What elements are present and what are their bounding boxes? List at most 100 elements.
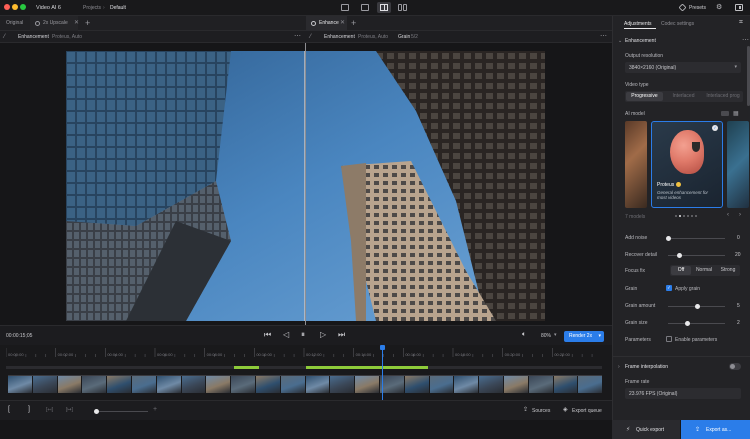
video-type-interlaced[interactable]: Interlaced <box>665 92 702 101</box>
grain-size-value[interactable]: 2 <box>737 320 740 326</box>
export-queue-button[interactable]: Export queue <box>572 408 602 414</box>
carousel-dots[interactable] <box>675 215 697 218</box>
add-tab-icon[interactable]: + <box>85 16 90 31</box>
output-resolution-label: Output resolution <box>625 53 664 59</box>
model-badge <box>721 111 729 116</box>
flamingo-image <box>670 130 704 174</box>
preview-range-2[interactable] <box>306 366 428 369</box>
tab-adjustments[interactable]: Adjustments <box>624 21 652 27</box>
crop-icon[interactable]: ⌗ <box>739 19 743 27</box>
playhead-handle[interactable] <box>380 345 385 350</box>
play-pause-icon[interactable]: ⏸ <box>301 330 305 340</box>
tab-original[interactable]: Original <box>0 16 30 31</box>
close-tab-icon[interactable]: ✕ <box>74 16 79 31</box>
render-button[interactable]: Render 2x ▾ <box>564 331 604 342</box>
presets-button[interactable]: Presets <box>689 5 706 11</box>
enhancement-more-icon[interactable]: ⋯ <box>742 36 749 44</box>
focus-fix-off[interactable]: Off <box>671 266 691 275</box>
grain-amount-slider[interactable] <box>668 304 725 309</box>
add-noise-slider[interactable] <box>666 236 725 241</box>
go-to-in-icon[interactable]: [↤] <box>46 407 53 413</box>
preview-range-1[interactable] <box>234 366 259 369</box>
focus-fix-normal[interactable]: Normal <box>693 266 715 275</box>
thumbnail-strip[interactable] <box>8 375 603 394</box>
grain-amount-value[interactable]: 5 <box>737 303 740 309</box>
section-enhancement[interactable]: Enhancement <box>625 38 656 44</box>
quick-export-button[interactable]: ⚡︎ Quick export <box>612 420 680 439</box>
volume-icon[interactable]: 🔈︎ <box>522 331 526 339</box>
model-card-next[interactable] <box>727 121 749 208</box>
step-forward-icon[interactable]: ▷ <box>320 330 326 340</box>
recover-detail-label: Recover detail <box>625 252 657 258</box>
enhancement-collapse-icon[interactable]: ⌄ <box>618 38 622 44</box>
fullscreen-view-icon[interactable] <box>361 4 369 11</box>
tab-codec-settings[interactable]: Codec settings <box>661 21 694 27</box>
frame-rate-select[interactable]: 23.976 FPS (Original) <box>625 388 741 399</box>
carousel-next-icon[interactable]: › <box>739 212 741 218</box>
timeline-zoom-slider[interactable] <box>94 409 148 414</box>
tab-2x-upscale[interactable]: 2x Upscale <box>30 16 78 31</box>
recover-detail-value[interactable]: 20 <box>735 252 741 258</box>
frame-interp-expand-icon[interactable]: › <box>618 364 620 370</box>
side-by-side-view-icon[interactable] <box>398 4 407 11</box>
frame-interpolation-section[interactable]: Frame interpolation <box>625 364 668 370</box>
model-grid-icon[interactable]: ▦ <box>733 110 739 117</box>
sources-button[interactable]: Sources <box>532 408 550 414</box>
carousel-prev-icon[interactable]: ‹ <box>727 212 729 218</box>
recover-detail-slider[interactable] <box>668 253 725 258</box>
model-card-proteus[interactable]: ✓ Proteus General enhancement for most v… <box>651 121 723 208</box>
apply-grain-checkbox[interactable]: ✓ <box>666 285 672 291</box>
export-as-button[interactable]: ⇪ Export as... <box>681 420 750 439</box>
settings-gear-icon[interactable]: ⚙ <box>716 4 722 11</box>
grain-size-slider[interactable] <box>668 321 725 326</box>
sidebar-toggle-icon[interactable] <box>735 4 743 11</box>
model-carousel[interactable]: ✓ Proteus General enhancement for most v… <box>625 121 749 208</box>
render-dropdown-icon[interactable]: ▾ <box>598 331 601 342</box>
maximize-window-button[interactable] <box>20 4 26 10</box>
step-back-icon[interactable]: ◁ <box>283 330 289 340</box>
set-in-point-icon[interactable]: [ <box>8 406 10 413</box>
timeline-thumbnail <box>57 376 82 393</box>
output-resolution-select[interactable]: 3840×2160 (Original) ▾ <box>625 62 741 73</box>
zoom-dropdown-icon[interactable]: ▾ <box>554 332 557 338</box>
breadcrumb-current[interactable]: Default <box>110 5 126 11</box>
right-enhancement-title: Enhancement <box>324 34 355 40</box>
playhead[interactable] <box>382 345 383 400</box>
frame-interpolation-toggle[interactable] <box>729 363 741 370</box>
grain-size-knob[interactable] <box>684 321 690 326</box>
add-tab-right-icon[interactable]: + <box>351 16 356 31</box>
right-more-options-icon[interactable]: ⋯ <box>600 32 607 40</box>
video-type-interlaced-prog[interactable]: Interlaced prog <box>704 92 742 101</box>
timeline-zoom-knob[interactable] <box>94 409 99 414</box>
enable-parameters-checkbox[interactable] <box>666 336 672 342</box>
breadcrumb-root[interactable]: Projects <box>83 5 101 11</box>
left-more-options-icon[interactable]: ⋯ <box>294 32 301 40</box>
presets-icon[interactable] <box>678 3 687 12</box>
focus-fix-strong[interactable]: Strong <box>717 266 739 275</box>
video-type-progressive[interactable]: Progressive <box>626 92 663 101</box>
split-view-button[interactable] <box>377 2 391 13</box>
model-card-prev[interactable] <box>625 121 647 208</box>
go-to-end-icon[interactable]: ⏭ <box>338 330 345 340</box>
split-compare-divider[interactable] <box>305 43 306 325</box>
preview-range-track[interactable] <box>6 366 602 369</box>
close-window-button[interactable] <box>4 4 10 10</box>
grain-amount-knob[interactable] <box>694 304 700 309</box>
add-noise-knob[interactable] <box>666 236 671 241</box>
go-to-start-icon[interactable]: ⏮ <box>264 330 271 340</box>
recover-detail-knob[interactable] <box>677 253 683 258</box>
timeline[interactable]: 00:00:00 00:02:00 00:04:00 00:06:00 00:08:00… <box>0 345 612 400</box>
zoom-level[interactable]: 80% <box>541 333 551 339</box>
minimize-window-button[interactable] <box>12 4 18 10</box>
timeline-ruler[interactable]: 00:00:00 00:02:00 00:04:00 00:06:00 00:08:00… <box>5 345 602 359</box>
timeline-thumbnail <box>206 376 231 393</box>
timeline-thumbnail <box>181 376 206 393</box>
single-view-icon[interactable] <box>341 4 349 11</box>
quick-export-label: Quick export <box>636 427 665 433</box>
set-out-point-icon[interactable]: ] <box>28 406 30 413</box>
timeline-zoom-in-icon[interactable]: + <box>153 406 157 413</box>
add-noise-value[interactable]: 0 <box>737 235 740 241</box>
export-as-label: Export as... <box>706 427 732 433</box>
go-to-out-icon[interactable]: [↦] <box>66 407 73 413</box>
close-enhance-tab-icon[interactable]: ✕ <box>340 16 345 31</box>
